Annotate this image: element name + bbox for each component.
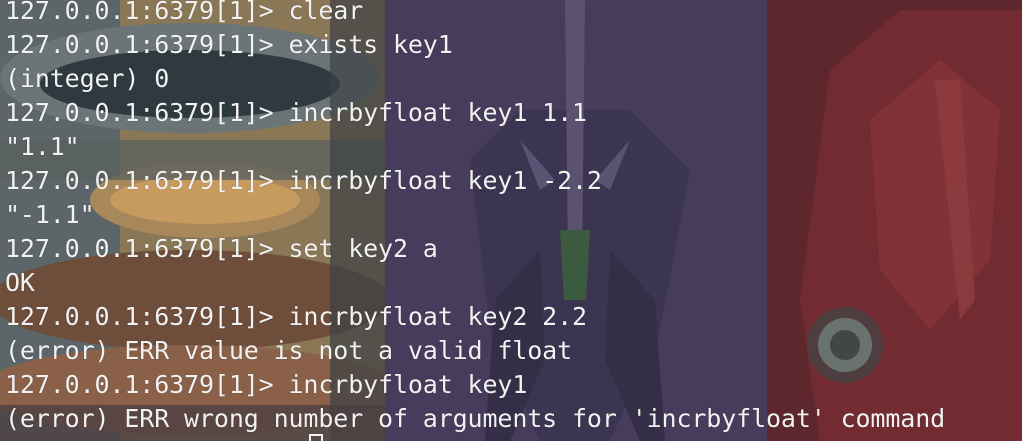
terminal-line-5: "1.1" <box>5 132 80 161</box>
terminal-line-3: (integer) 0 <box>5 64 170 93</box>
terminal-window[interactable]: 127.0.0.1:6379[1]> clear 127.0.0.1:6379[1… <box>0 0 1022 441</box>
terminal-line-4: 127.0.0.1:6379[1]> incrbyfloat key1 1.1 <box>5 98 587 127</box>
terminal-output: 127.0.0.1:6379[1]> clear 127.0.0.1:6379[1… <box>5 0 945 436</box>
terminal-line-13: (error) ERR wrong number of arguments fo… <box>5 404 946 433</box>
terminal-line-7: "-1.1" <box>5 200 95 229</box>
terminal-line-1: 127.0.0.1:6379[1]> clear <box>5 0 364 25</box>
terminal-line-8: 127.0.0.1:6379[1]> set key2 a <box>5 234 438 263</box>
terminal-line-11: (error) ERR value is not a valid float <box>5 336 573 365</box>
terminal-line-9: OK <box>5 268 35 297</box>
terminal-line-2: 127.0.0.1:6379[1]> exists key1 <box>5 30 453 59</box>
terminal-line-10: 127.0.0.1:6379[1]> incrbyfloat key2 2.2 <box>5 302 587 331</box>
text-cursor <box>309 434 323 441</box>
terminal-line-12: 127.0.0.1:6379[1]> incrbyfloat key1 <box>5 370 528 399</box>
terminal-line-6: 127.0.0.1:6379[1]> incrbyfloat key1 -2.2 <box>5 166 602 195</box>
